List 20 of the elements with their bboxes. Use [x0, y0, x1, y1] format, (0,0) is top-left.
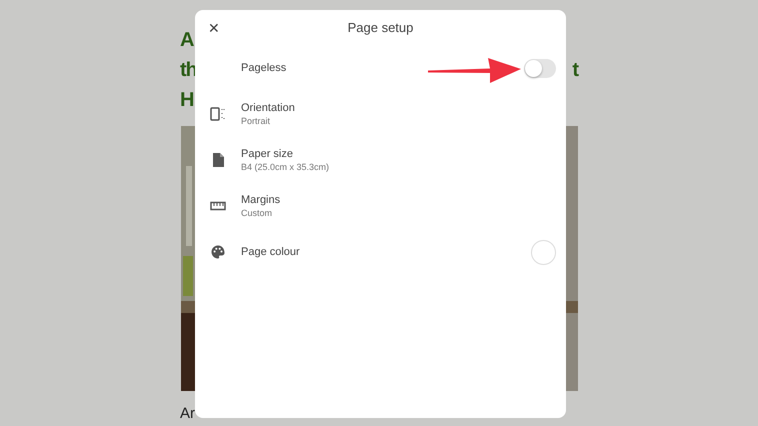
dialog-title: Page setup — [346, 20, 414, 35]
setting-label: Orientation — [241, 102, 296, 114]
heading-text: t — [572, 58, 578, 83]
setting-label: Paper size — [241, 148, 294, 160]
setting-value: Custom — [241, 206, 274, 218]
close-button[interactable]: ✕ — [205, 18, 223, 36]
heading-text: A — [180, 28, 194, 53]
setting-value: Portrait — [241, 114, 272, 126]
setting-value: B4 (25.0cm x 35.3cm) — [241, 160, 330, 172]
setting-label: Margins — [241, 194, 282, 206]
palette-icon — [210, 245, 224, 259]
setting-label: Pageless — [241, 62, 288, 74]
heading-text: H — [180, 88, 194, 113]
colour-swatch[interactable] — [531, 240, 556, 264]
setting-label: Page colour — [241, 246, 301, 258]
document-icon — [212, 153, 224, 167]
body-text: Ar — [180, 404, 196, 424]
orientation-icon — [210, 107, 226, 121]
ruler-icon — [210, 201, 226, 211]
toggle-switch[interactable] — [524, 58, 556, 78]
